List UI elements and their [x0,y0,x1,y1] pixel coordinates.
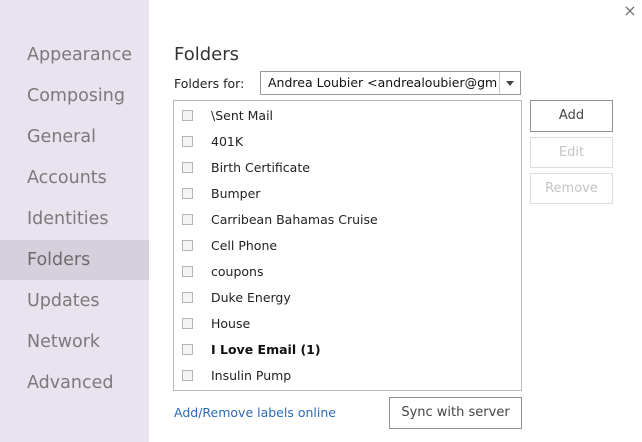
settings-sidebar: Appearance Composing General Accounts Id… [0,0,149,442]
folder-row[interactable]: Bumper [174,181,521,207]
sidebar-item-advanced[interactable]: Advanced [0,363,149,403]
edit-button[interactable]: Edit [530,137,613,168]
folder-checkbox[interactable] [182,266,193,277]
sidebar-item-updates[interactable]: Updates [0,281,149,321]
folder-row[interactable]: coupons [174,259,521,285]
chevron-down-icon[interactable] [499,72,520,94]
folder-row[interactable]: 401K [174,129,521,155]
folder-label: Bumper [211,186,261,201]
folder-checkbox[interactable] [182,240,193,251]
folder-label: I Love Email (1) [211,342,321,357]
folder-list: \Sent Mail 401K Birth Certificate Bumper… [173,100,522,391]
folder-checkbox[interactable] [182,110,193,121]
folder-label: Cell Phone [211,238,278,253]
folder-label: Birth Certificate [211,160,310,175]
folder-checkbox[interactable] [182,370,193,381]
folder-row[interactable]: House [174,311,521,337]
sidebar-item-composing[interactable]: Composing [0,76,149,116]
account-select[interactable]: Andrea Loubier <andrealoubier@gmail. [260,71,521,95]
folder-label: 401K [211,134,244,149]
add-button[interactable]: Add [530,100,613,132]
remove-button[interactable]: Remove [530,173,613,204]
folder-checkbox[interactable] [182,188,193,199]
folder-checkbox[interactable] [182,318,193,329]
folder-row[interactable]: Birth Certificate [174,155,521,181]
folder-label: Carribean Bahamas Cruise [211,212,378,227]
sidebar-item-folders[interactable]: Folders [0,240,149,280]
folder-checkbox[interactable] [182,136,193,147]
folder-label: House [211,316,251,331]
folder-label: Insulin Pump [211,368,292,383]
sidebar-item-identities[interactable]: Identities [0,199,149,239]
page-title: Folders [174,44,240,65]
folder-checkbox[interactable] [182,162,193,173]
sidebar-item-appearance[interactable]: Appearance [0,35,149,75]
folder-row[interactable]: I Love Email (1) [174,337,521,363]
folder-label: coupons [211,264,264,279]
sidebar-item-network[interactable]: Network [0,322,149,362]
folder-checkbox[interactable] [182,292,193,303]
add-remove-labels-link[interactable]: Add/Remove labels online [174,405,336,420]
folder-label: \Sent Mail [211,108,274,123]
folder-checkbox[interactable] [182,214,193,225]
folder-row[interactable]: Duke Energy [174,285,521,311]
folder-checkbox[interactable] [182,344,193,355]
folder-row[interactable]: Cell Phone [174,233,521,259]
close-icon[interactable]: × [621,2,639,20]
folder-row[interactable]: \Sent Mail [174,103,521,129]
folder-row[interactable]: Carribean Bahamas Cruise [174,207,521,233]
sidebar-item-accounts[interactable]: Accounts [0,158,149,198]
sync-with-server-button[interactable]: Sync with server [389,397,522,429]
sidebar-item-general[interactable]: General [0,117,149,157]
folder-label: Duke Energy [211,290,291,305]
folders-for-label: Folders for: [174,76,245,91]
folder-row[interactable]: Insulin Pump [174,363,521,389]
account-select-value: Andrea Loubier <andrealoubier@gmail. [268,75,498,90]
